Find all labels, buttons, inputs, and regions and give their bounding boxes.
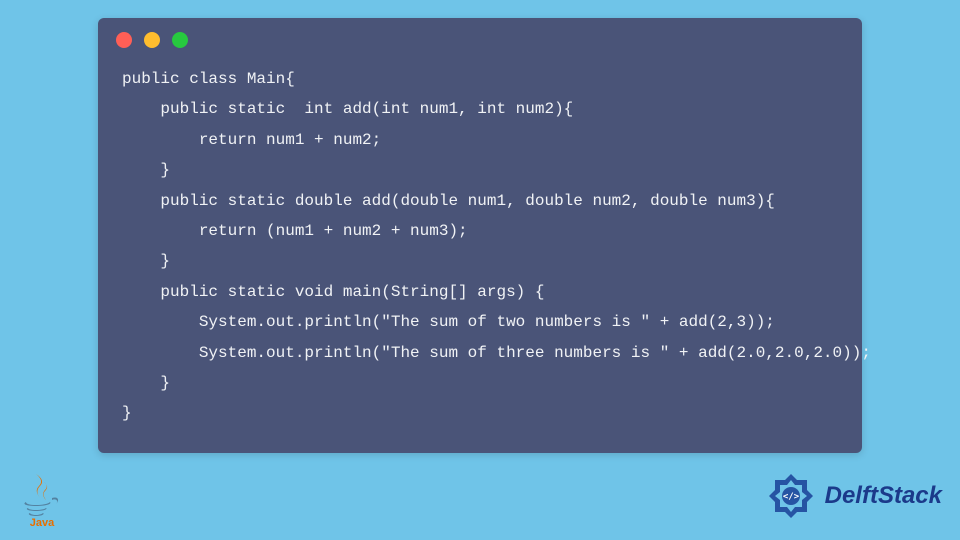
java-logo-icon: Java xyxy=(12,468,72,528)
minimize-icon[interactable] xyxy=(144,32,160,48)
close-icon[interactable] xyxy=(116,32,132,48)
delftstack-logo-icon: </> xyxy=(765,470,817,522)
svg-text:</>: </> xyxy=(782,492,799,502)
maximize-icon[interactable] xyxy=(172,32,188,48)
window-titlebar xyxy=(98,18,862,58)
svg-text:Java: Java xyxy=(30,517,55,528)
delftstack-brand: </> DelftStack xyxy=(765,470,942,522)
code-window: public class Main{ public static int add… xyxy=(98,18,862,453)
code-content: public class Main{ public static int add… xyxy=(98,58,862,439)
delftstack-label: DelftStack xyxy=(825,482,942,510)
